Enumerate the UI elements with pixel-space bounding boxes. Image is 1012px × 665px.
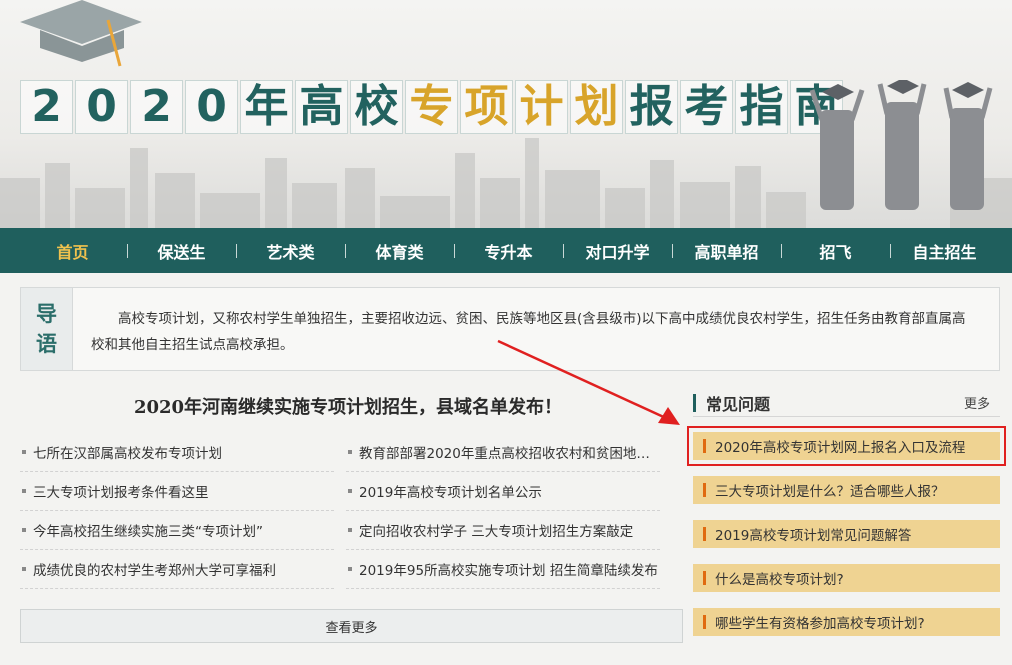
news-item[interactable]: 2019年高校专项计划名单公示 [346,472,660,511]
faq-list: 2020年高校专项计划网上报名入口及流程 三大专项计划是什么？适合哪些人报？ 201… [687,426,1006,652]
faq-item-label: 2019高校专项计划常见问题解答 [715,528,912,544]
faq-item[interactable]: 2019高校专项计划常见问题解答 [693,520,1000,548]
faq-item-label: 三大专项计划是什么？适合哪些人报？ [715,484,945,500]
faq-tick-icon [703,615,706,629]
news-list: 七所在汉部属高校发布专项计划 教育部部署2020年重点高校招收农村和贫困地区学生工… [20,433,660,589]
faq-tick-icon [703,483,706,497]
news-item-title: 2019年高校专项计划名单公示 [359,485,542,501]
nav-item[interactable]: 专升本 [454,228,563,273]
bullet-icon [348,489,352,493]
faq-item[interactable]: 哪些学生有资格参加高校专项计划? [693,608,1000,636]
banner-title-char: 项 [460,80,513,134]
intro-box: 导 语 高校专项计划，又称农村学生单独招生，主要招收边远、贫困、民族等地区县(含… [20,287,1000,371]
news-item[interactable]: 2019年95所高校实施专项计划 招生简章陆续发布 [346,550,660,589]
faq-item-label: 2020年高校专项计划网上报名入口及流程 [715,440,966,456]
bullet-icon [348,450,352,454]
faq-item-label: 什么是高校专项计划? [715,572,844,588]
news-item[interactable]: 七所在汉部属高校发布专项计划 [20,433,334,472]
faq-item-highlighted[interactable]: 2020年高校专项计划网上报名入口及流程 [687,426,1006,466]
view-more-button[interactable]: 查看更多 [20,609,683,643]
faq-item-label: 哪些学生有资格参加高校专项计划? [715,616,925,632]
banner-title-char: 2 [20,80,73,134]
intro-tag: 导 语 [21,288,73,370]
banner-title-char: 指 [735,80,788,134]
nav-item[interactable]: 保送生 [127,228,236,273]
banner-title-char: 0 [75,80,128,134]
news-item[interactable]: 教育部部署2020年重点高校招收农村和贫困地区学生工作 [346,433,660,472]
faq-tick-icon [703,527,706,541]
banner-title-char: 计 [515,80,568,134]
nav-item[interactable]: 招飞 [781,228,890,273]
bullet-icon [22,489,26,493]
banner-title-char: 专 [405,80,458,134]
bullet-icon [22,528,26,532]
bullet-icon [22,567,26,571]
banner-title-char: 划 [570,80,623,134]
graduates-illustration [809,80,993,210]
intro-tag-char: 语 [36,332,57,356]
faq-more-link[interactable]: 更多 [964,393,990,412]
banner: 2020年高校专项计划报考指南 [0,0,1012,228]
graduation-cap-icon [20,0,142,67]
faq-tick-icon [703,439,706,453]
nav-item[interactable]: 体育类 [345,228,454,273]
news-item-title: 今年高校招生继续实施三类“专项计划” [33,524,263,540]
banner-title: 2020年高校专项计划报考指南 [20,80,845,134]
news-headline[interactable]: 2020年河南继续实施专项计划招生，县域名单发布！ [20,393,676,419]
news-item[interactable]: 今年高校招生继续实施三类“专项计划” [20,511,334,550]
faq-item[interactable]: 三大专项计划是什么？适合哪些人报？ [693,476,1000,504]
intro-tag-char: 导 [36,302,57,326]
nav-item[interactable]: 高职单招 [672,228,781,273]
news-item-title: 定向招收农村学子 三大专项计划招生方案敲定 [359,524,634,540]
news-item-title: 七所在汉部属高校发布专项计划 [33,446,222,462]
faq-header-bar [693,393,696,412]
news-item[interactable]: 成绩优良的农村学生考郑州大学可享福利 [20,550,334,589]
intro-text: 高校专项计划，又称农村学生单独招生，主要招收边远、贫困、民族等地区县(含县级市)… [91,311,966,353]
faq-header: 常见问题 更多 [693,389,1000,417]
banner-title-char: 高 [295,80,348,134]
news-item-title: 成绩优良的农村学生考郑州大学可享福利 [33,563,276,579]
banner-title-char: 报 [625,80,678,134]
faq-title: 常见问题 [706,394,771,414]
news-item-title: 2019年95所高校实施专项计划 招生简章陆续发布 [359,563,658,579]
banner-title-char: 2 [130,80,183,134]
banner-title-char: 考 [680,80,733,134]
news-item[interactable]: 定向招收农村学子 三大专项计划招生方案敲定 [346,511,660,550]
news-item-title: 教育部部署2020年重点高校招收农村和贫困地区学生工作 [359,446,660,462]
bullet-icon [348,567,352,571]
bullet-icon [348,528,352,532]
faq-item[interactable]: 什么是高校专项计划? [693,564,1000,592]
banner-title-char: 0 [185,80,238,134]
banner-title-char: 年 [240,80,293,134]
nav-item[interactable]: 对口升学 [563,228,672,273]
nav-item[interactable]: 艺术类 [236,228,345,273]
bullet-icon [22,450,26,454]
news-item-title: 三大专项计划报考条件看这里 [33,485,209,501]
news-item[interactable]: 三大专项计划报考条件看这里 [20,472,334,511]
main-nav: 首页 保送生 艺术类 体育类 专升本 对口升学 高职单招 招飞 自主招生 [0,228,1012,273]
nav-item[interactable]: 自主招生 [890,228,999,273]
faq-tick-icon [703,571,706,585]
banner-title-char: 校 [350,80,403,134]
nav-item[interactable]: 首页 [18,228,127,273]
